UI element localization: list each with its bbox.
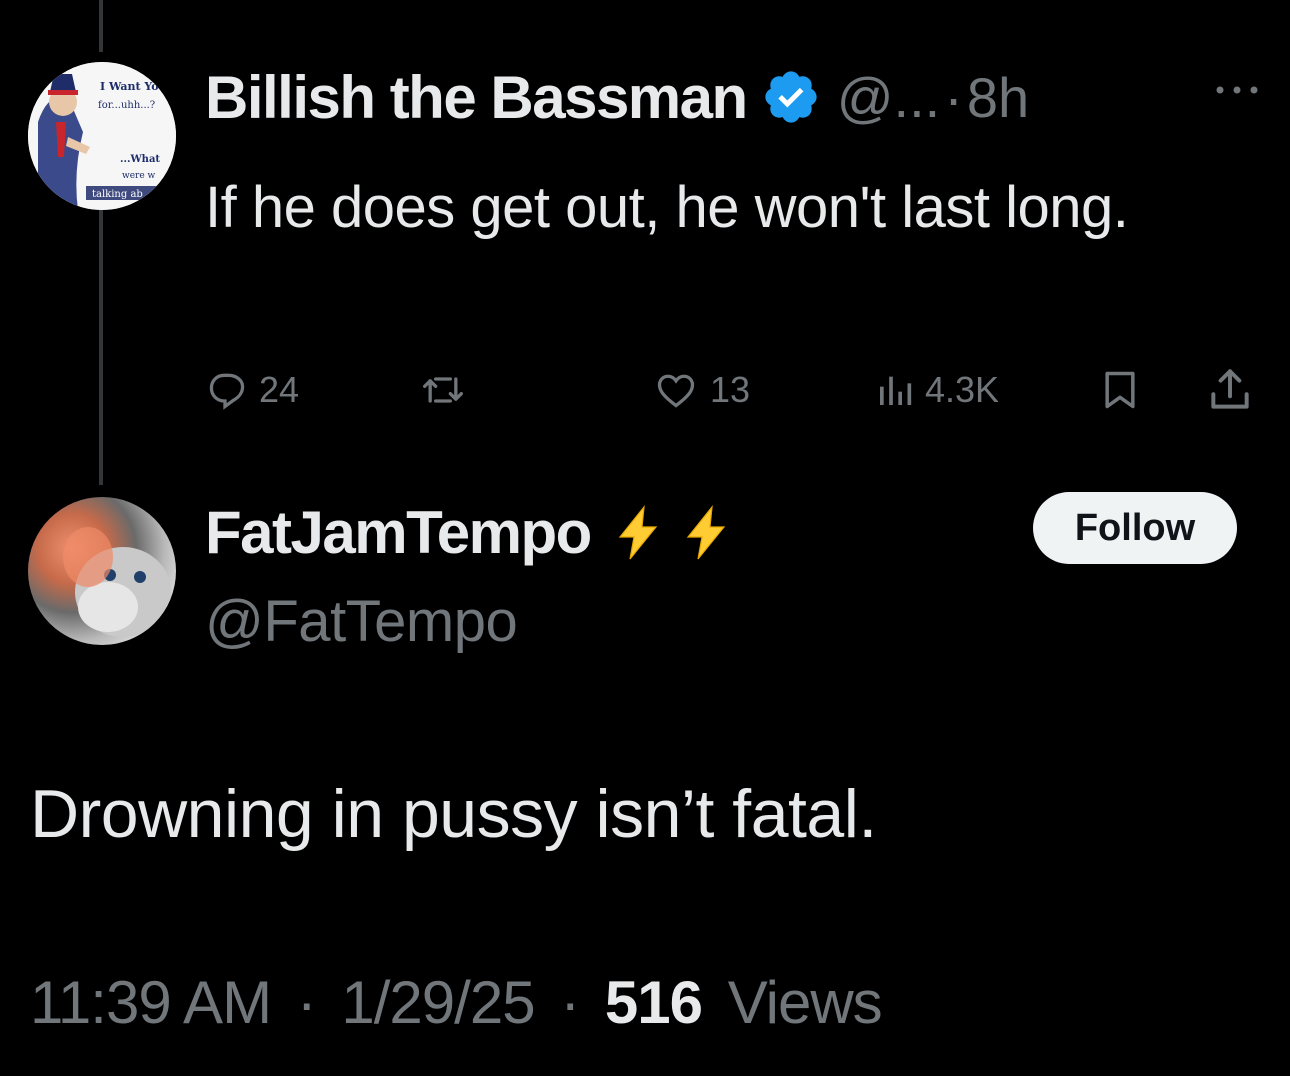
avatar-caption-4: were w bbox=[122, 171, 156, 181]
lightning-bolt-icon bbox=[613, 504, 663, 561]
avatar-image bbox=[63, 527, 171, 637]
avatar[interactable] bbox=[28, 497, 176, 645]
separator-dot: · bbox=[296, 969, 317, 1036]
views-count: 516 bbox=[604, 969, 703, 1036]
author-handle[interactable]: @FatTempo bbox=[205, 588, 518, 655]
avatar-caption-1: I Want Yo bbox=[100, 80, 159, 93]
parent-tweet-text: If he does get out, he won't last long. bbox=[205, 175, 1129, 240]
views-label: Views bbox=[727, 969, 883, 1036]
parent-tweet-header: Billish the Bassman @... · 8h bbox=[205, 62, 1029, 132]
avatar-caption-2: for...uhh...? bbox=[98, 100, 155, 111]
verified-badge-icon bbox=[761, 67, 821, 127]
tweet-timestamp[interactable]: 11:39 AM bbox=[30, 969, 272, 1036]
author-handle[interactable]: @... bbox=[837, 65, 941, 130]
views-button[interactable]: 4.3K bbox=[875, 365, 999, 415]
reply-button[interactable]: 24 bbox=[205, 365, 299, 415]
avatar-caption-5-overlay: talking ab bbox=[92, 189, 143, 200]
analytics-icon bbox=[880, 376, 912, 405]
reply-tweet-header: FatJamTempo bbox=[205, 495, 731, 570]
like-button[interactable]: 13 bbox=[652, 365, 750, 415]
views-count: 4.3K bbox=[925, 369, 1000, 410]
retweet-icon bbox=[423, 377, 463, 403]
avatar-caption-3: ...What bbox=[120, 154, 160, 165]
heart-icon bbox=[657, 374, 695, 408]
reply-icon bbox=[209, 373, 245, 410]
author-name[interactable]: FatJamTempo bbox=[205, 498, 592, 567]
tweet-time[interactable]: 8h bbox=[967, 65, 1029, 130]
share-button[interactable] bbox=[1205, 365, 1255, 415]
more-options-icon[interactable] bbox=[1212, 80, 1262, 100]
reply-count: 24 bbox=[259, 369, 300, 410]
tweet-date[interactable]: 1/29/25 bbox=[341, 969, 535, 1036]
share-icon bbox=[1211, 369, 1249, 409]
author-name[interactable]: Billish the Bassman bbox=[205, 63, 748, 132]
reply-tweet-text: Drowning in pussy isn’t fatal. bbox=[30, 776, 877, 852]
thread-connector-top bbox=[99, 0, 103, 52]
separator-dot: · bbox=[560, 969, 580, 1036]
thread-connector bbox=[99, 200, 103, 485]
lightning-bolt-icon bbox=[681, 504, 731, 561]
bookmark-button[interactable] bbox=[1098, 365, 1142, 415]
avatar-image: I Want Yo for...uhh...? ...What were w t… bbox=[28, 62, 176, 210]
tweet-metadata: 11:39 AM · 1/29/25 · 516 Views bbox=[30, 968, 883, 1037]
avatar[interactable]: I Want Yo for...uhh...? ...What were w t… bbox=[28, 62, 176, 210]
separator-dot: · bbox=[944, 65, 963, 129]
retweet-button[interactable] bbox=[418, 365, 468, 415]
follow-button[interactable]: Follow bbox=[1033, 492, 1237, 564]
like-count: 13 bbox=[710, 369, 751, 410]
bookmark-icon bbox=[1105, 371, 1135, 409]
